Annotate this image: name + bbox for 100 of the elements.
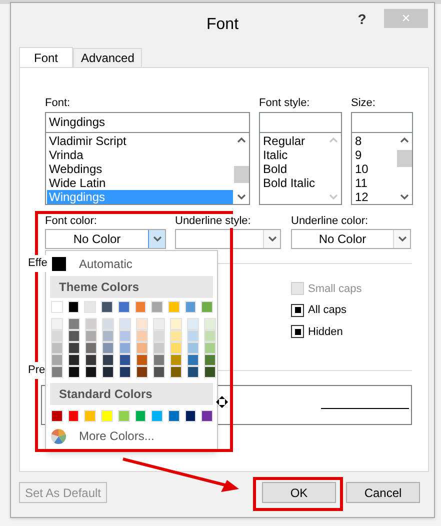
color-swatch[interactable]: [84, 410, 96, 422]
color-swatch[interactable]: [102, 342, 114, 354]
color-swatch[interactable]: [51, 366, 63, 378]
color-swatch[interactable]: [51, 410, 63, 422]
color-swatch[interactable]: [204, 330, 216, 342]
checkbox[interactable]: [291, 304, 304, 317]
color-swatch[interactable]: [85, 330, 97, 342]
color-swatch[interactable]: [102, 330, 114, 342]
color-swatch[interactable]: [119, 366, 131, 378]
color-swatch[interactable]: [153, 342, 165, 354]
list-item[interactable]: Italic: [261, 148, 325, 162]
color-swatch[interactable]: [119, 330, 131, 342]
color-swatch[interactable]: [119, 354, 131, 366]
color-swatch[interactable]: [170, 318, 182, 330]
dropdown[interactable]: [175, 229, 281, 249]
dropdown[interactable]: No Color: [291, 229, 411, 249]
color-swatch[interactable]: [153, 318, 165, 330]
color-swatch[interactable]: [119, 318, 131, 330]
list-item[interactable]: 8: [353, 134, 396, 148]
color-swatch[interactable]: [85, 366, 97, 378]
list-box[interactable]: Regular Italic Bold Bold Italic: [259, 132, 342, 205]
color-swatch[interactable]: [51, 354, 63, 366]
color-swatch[interactable]: [187, 330, 199, 342]
color-swatch[interactable]: [68, 354, 80, 366]
dialog-button[interactable]: Cancel: [346, 482, 420, 503]
automatic-option[interactable]: Automatic: [50, 254, 213, 274]
color-swatch[interactable]: [187, 342, 199, 354]
color-swatch[interactable]: [51, 318, 63, 330]
color-swatch[interactable]: [102, 318, 114, 330]
color-swatch[interactable]: [68, 410, 80, 422]
list-item[interactable]: 10: [353, 162, 396, 176]
color-swatch[interactable]: [68, 366, 80, 378]
color-swatch[interactable]: [187, 354, 199, 366]
color-swatch[interactable]: [85, 318, 97, 330]
color-swatch[interactable]: [134, 410, 146, 422]
checkbox[interactable]: [291, 325, 304, 338]
list-item[interactable]: Bold Italic: [261, 176, 325, 190]
color-swatch[interactable]: [102, 354, 114, 366]
color-swatch[interactable]: [170, 354, 182, 366]
color-swatch[interactable]: [134, 301, 146, 313]
list-item[interactable]: Bold: [261, 162, 325, 176]
color-swatch[interactable]: [204, 318, 216, 330]
color-swatch[interactable]: [201, 301, 214, 313]
list-box[interactable]: Vladimir Script Vrinda Webdings Wide Latin Wingdings: [45, 132, 250, 205]
color-swatch[interactable]: [153, 366, 165, 378]
color-swatch[interactable]: [153, 330, 165, 342]
color-swatch[interactable]: [168, 410, 180, 422]
list-box[interactable]: 8 9 10 11 12: [351, 132, 413, 205]
color-swatch[interactable]: [136, 354, 148, 366]
dropdown[interactable]: No Color: [45, 229, 166, 249]
list-item[interactable]: 11: [353, 176, 396, 190]
color-swatch[interactable]: [136, 342, 148, 354]
color-swatch[interactable]: [170, 366, 182, 378]
color-swatch[interactable]: [51, 342, 63, 354]
color-swatch[interactable]: [68, 318, 80, 330]
color-swatch[interactable]: [204, 342, 216, 354]
color-swatch[interactable]: [101, 301, 113, 313]
tab[interactable]: Font: [19, 47, 74, 68]
help-button[interactable]: ?: [352, 9, 372, 30]
color-swatch[interactable]: [85, 354, 97, 366]
color-swatch[interactable]: [151, 410, 163, 422]
color-swatch[interactable]: [68, 330, 80, 342]
color-swatch[interactable]: [187, 366, 199, 378]
color-swatch[interactable]: [204, 354, 216, 366]
scrollbar-thumb[interactable]: [234, 166, 249, 183]
color-swatch[interactable]: [204, 366, 216, 378]
color-swatch[interactable]: [51, 330, 63, 342]
color-swatch[interactable]: [168, 301, 180, 313]
color-swatch[interactable]: [136, 330, 148, 342]
color-swatch[interactable]: [151, 301, 163, 313]
color-swatch[interactable]: [184, 301, 196, 313]
tab[interactable]: Advanced: [73, 48, 142, 67]
color-swatch[interactable]: [184, 410, 196, 422]
list-item[interactable]: Webdings: [47, 162, 233, 176]
scrollbar-thumb[interactable]: [397, 150, 412, 167]
color-swatch[interactable]: [85, 342, 97, 354]
color-swatch[interactable]: [68, 342, 80, 354]
color-swatch[interactable]: [101, 410, 113, 422]
color-swatch[interactable]: [102, 366, 114, 378]
color-swatch[interactable]: [68, 301, 80, 313]
color-swatch[interactable]: [84, 301, 96, 313]
color-swatch[interactable]: [118, 301, 130, 313]
color-swatch[interactable]: [136, 318, 148, 330]
dialog-button[interactable]: OK: [262, 482, 336, 503]
color-swatch[interactable]: [201, 410, 214, 422]
list-item[interactable]: 9: [353, 148, 396, 162]
color-swatch[interactable]: [119, 342, 131, 354]
color-swatch[interactable]: [136, 366, 148, 378]
color-swatch[interactable]: [187, 318, 199, 330]
color-swatch[interactable]: [51, 301, 63, 313]
list-item[interactable]: Regular: [261, 134, 325, 148]
color-swatch[interactable]: [153, 354, 165, 366]
color-swatch[interactable]: [170, 330, 182, 342]
more-colors-option[interactable]: More Colors...: [50, 425, 213, 447]
list-item[interactable]: Wide Latin: [47, 176, 233, 190]
list-item[interactable]: Vrinda: [47, 148, 233, 162]
list-item[interactable]: 12: [353, 190, 396, 204]
color-swatch[interactable]: [170, 342, 182, 354]
list-item[interactable]: Vladimir Script: [47, 134, 233, 148]
color-swatch[interactable]: [118, 410, 130, 422]
